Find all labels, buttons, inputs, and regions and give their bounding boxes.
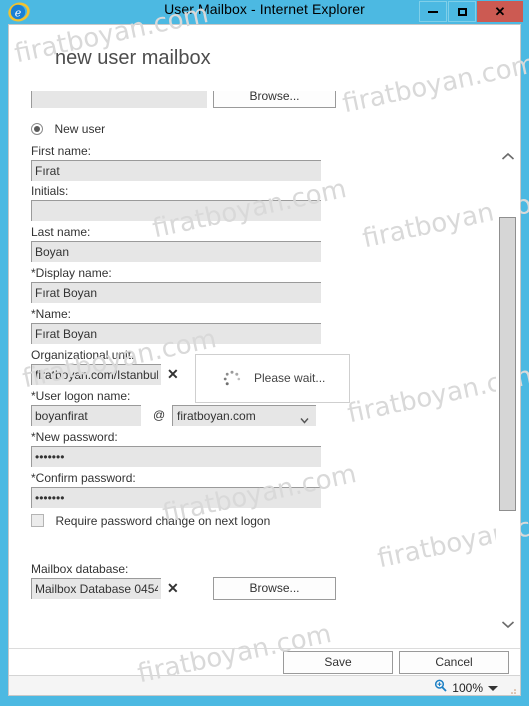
resize-grip[interactable]	[506, 685, 517, 695]
new-user-radio-label: New user	[54, 122, 106, 136]
maximize-button[interactable]	[448, 1, 476, 22]
action-bar: Save Cancel	[9, 648, 520, 676]
new-password-label: *New password:	[31, 430, 118, 444]
zoom-control[interactable]: 100%	[434, 679, 498, 695]
maximize-icon	[457, 7, 467, 16]
require-password-change-label: Require password change on next logon	[55, 514, 271, 528]
browser-content: new user mailbox Browse... New user Firs…	[8, 24, 521, 696]
save-button[interactable]: Save	[283, 651, 393, 674]
existing-user-input[interactable]	[31, 91, 207, 108]
browser-window: e User Mailbox - Internet Explorer ✕ new…	[0, 0, 529, 706]
scroll-down-button[interactable]	[498, 615, 518, 635]
last-name-input[interactable]	[31, 241, 321, 262]
chevron-down-icon[interactable]	[488, 685, 498, 691]
require-password-change-checkbox[interactable]	[31, 514, 44, 527]
page-header: new user mailbox	[9, 25, 520, 91]
confirm-password-input[interactable]	[31, 487, 321, 508]
page-title: new user mailbox	[55, 47, 211, 69]
require-password-change-row[interactable]: Require password change on next logon	[31, 512, 270, 530]
status-bar: 100%	[9, 675, 520, 695]
org-unit-input[interactable]	[31, 364, 161, 385]
new-user-radio-row[interactable]: New user	[31, 120, 105, 138]
mailbox-database-label: Mailbox database:	[31, 562, 129, 576]
display-name-input[interactable]	[31, 282, 321, 303]
name-input[interactable]	[31, 323, 321, 344]
existing-user-browse-button[interactable]: Browse...	[213, 91, 336, 108]
new-user-radio[interactable]	[31, 123, 43, 135]
close-icon: ✕	[494, 4, 506, 19]
logon-name-input[interactable]	[31, 405, 141, 426]
chevron-down-icon	[501, 616, 515, 634]
minimize-icon	[428, 10, 438, 13]
chevron-down-icon	[300, 412, 309, 424]
chevron-up-icon	[501, 148, 515, 166]
last-name-label: Last name:	[31, 225, 91, 239]
scroll-up-button[interactable]	[498, 147, 518, 167]
first-name-input[interactable]	[31, 160, 321, 181]
zoom-level-label: 100%	[452, 681, 483, 695]
logon-at-symbol: @	[153, 408, 166, 422]
logon-domain-select[interactable]: firatboyan.com	[172, 405, 316, 426]
mailbox-database-browse-button[interactable]: Browse...	[213, 577, 336, 600]
mailbox-database-clear-icon[interactable]: ✕	[167, 581, 179, 595]
logon-name-label: *User logon name:	[31, 389, 131, 403]
logon-domain-value: firatboyan.com	[177, 409, 256, 423]
initials-input[interactable]	[31, 200, 321, 221]
org-unit-label: Organizational unit:	[31, 348, 135, 362]
dotted-spinner-icon	[222, 369, 242, 389]
existing-user-row	[31, 91, 207, 108]
mailbox-database-input[interactable]	[31, 578, 161, 599]
cancel-button[interactable]: Cancel	[399, 651, 509, 674]
close-button[interactable]: ✕	[477, 1, 523, 22]
scrollbar-thumb[interactable]	[499, 217, 516, 511]
name-label: *Name:	[31, 307, 72, 321]
title-bar: e User Mailbox - Internet Explorer ✕	[0, 0, 529, 24]
please-wait-text: Please wait...	[254, 371, 326, 385]
magnifier-icon	[434, 679, 447, 695]
org-unit-clear-icon[interactable]: ✕	[167, 367, 179, 381]
confirm-password-label: *Confirm password:	[31, 471, 136, 485]
initials-label: Initials:	[31, 184, 69, 198]
form-scrollbar[interactable]	[496, 91, 520, 648]
display-name-label: *Display name:	[31, 266, 112, 280]
minimize-button[interactable]	[419, 1, 447, 22]
new-password-input[interactable]	[31, 446, 321, 467]
first-name-label: First name:	[31, 144, 92, 158]
please-wait-dialog: Please wait...	[195, 354, 350, 403]
